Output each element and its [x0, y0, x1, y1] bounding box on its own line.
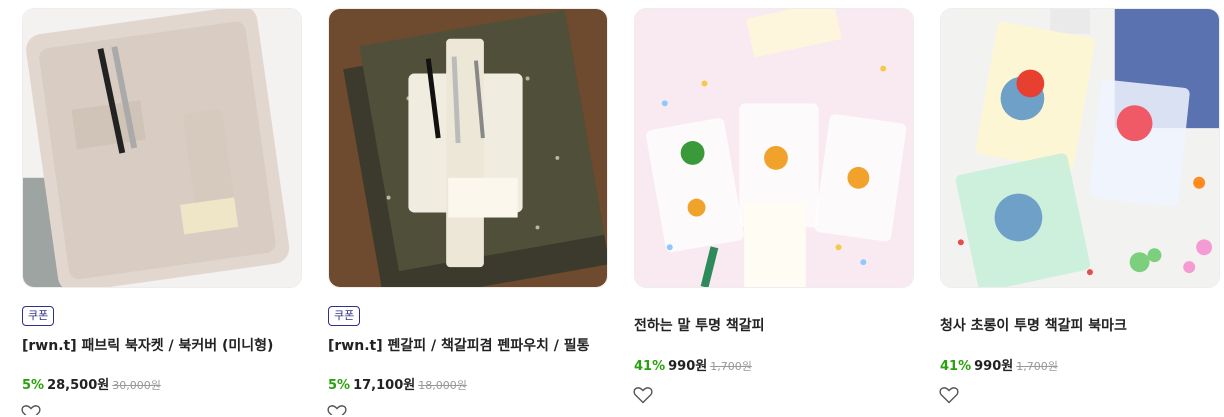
- product-card[interactable]: 쿠폰 [rwn.t] 펜갈피 / 책갈피겸 펜파우치 / 필통 5% 17,100…: [327, 8, 608, 415]
- product-card[interactable]: 청사 초롱이 투명 책갈피 북마크 41% 990원 1,700원: [939, 8, 1220, 404]
- product-image[interactable]: [22, 8, 302, 288]
- product-card[interactable]: 전하는 말 투명 책갈피 41% 990원 1,700원: [633, 8, 914, 404]
- discount-rate: 5%: [328, 378, 351, 393]
- product-title[interactable]: [rwn.t] 펜갈피 / 책갈피겸 펜파우치 / 필통: [328, 335, 590, 355]
- price-row: 5% 17,100원 18,000원: [328, 374, 467, 393]
- coupon-badge: 쿠폰: [22, 306, 55, 326]
- discount-rate: 41%: [634, 359, 666, 374]
- product-card[interactable]: 쿠폰 [rwn.t] 패브릭 북자켓 / 북커버 (미니형) 5% 28,500원…: [21, 8, 302, 415]
- product-image[interactable]: [634, 8, 914, 288]
- heart-outline-icon[interactable]: [939, 386, 959, 404]
- original-price: 1,700원: [710, 360, 752, 373]
- sale-price: 990원: [974, 359, 1014, 374]
- price-row: 41% 990원 1,700원: [940, 355, 1058, 374]
- heart-outline-icon[interactable]: [633, 386, 653, 404]
- heart-outline-icon[interactable]: [327, 404, 347, 415]
- original-price: 18,000원: [418, 379, 467, 392]
- discount-rate: 41%: [940, 359, 972, 374]
- price-row: 5% 28,500원 30,000원: [22, 374, 161, 393]
- discount-rate: 5%: [22, 378, 45, 393]
- sale-price: 990원: [668, 359, 708, 374]
- original-price: 30,000원: [112, 379, 161, 392]
- coupon-badge: 쿠폰: [328, 306, 361, 326]
- heart-outline-icon[interactable]: [21, 404, 41, 415]
- product-title[interactable]: [rwn.t] 패브릭 북자켓 / 북커버 (미니형): [22, 335, 273, 355]
- product-title[interactable]: 전하는 말 투명 책갈피: [634, 315, 765, 335]
- product-image[interactable]: [940, 8, 1220, 288]
- product-title[interactable]: 청사 초롱이 투명 책갈피 북마크: [940, 315, 1127, 335]
- product-image[interactable]: [328, 8, 608, 288]
- price-row: 41% 990원 1,700원: [634, 355, 752, 374]
- sale-price: 28,500원: [47, 378, 110, 393]
- sale-price: 17,100원: [353, 378, 416, 393]
- original-price: 1,700원: [1016, 360, 1058, 373]
